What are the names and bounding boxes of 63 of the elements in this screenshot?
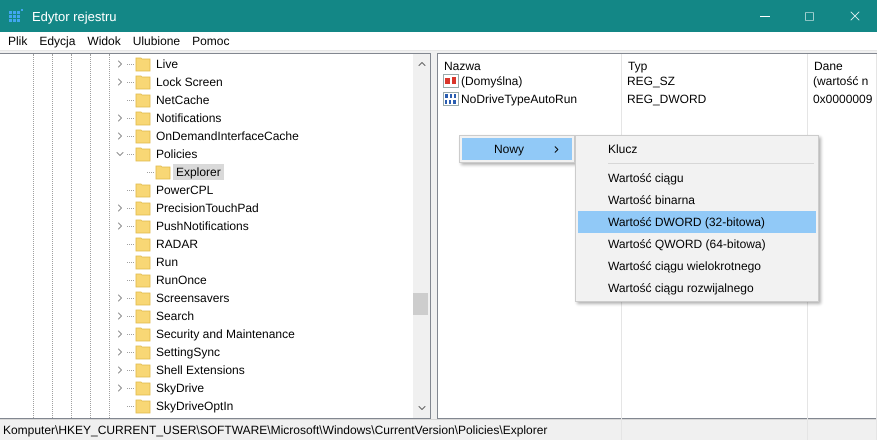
binary-value-icon <box>443 92 459 106</box>
menu-entry[interactable]: Wartość binarna <box>578 189 816 211</box>
folder-icon <box>135 380 151 396</box>
menu-entry[interactable]: Wartość ciągu rozwijalnego <box>578 277 816 299</box>
tree-item[interactable]: Policies <box>153 146 200 162</box>
tree-item[interactable]: RADAR <box>153 236 202 252</box>
folder-icon <box>135 146 151 162</box>
maximize-icon <box>804 10 815 22</box>
value-type: REG_DWORD <box>627 92 706 106</box>
folder-icon <box>135 200 151 216</box>
tree-item[interactable]: Shell Extensions <box>153 362 248 378</box>
tree-item[interactable]: RunOnce <box>153 272 210 288</box>
folder-icon <box>135 56 151 72</box>
menu-entry[interactable]: Wartość ciągu wielokrotnego <box>578 255 816 277</box>
string-value-icon <box>443 74 459 88</box>
folder-icon <box>135 272 151 288</box>
folder-icon <box>135 308 151 324</box>
menu-entry[interactable]: Wartość DWORD (32-bitowa) <box>578 211 816 233</box>
menu-item[interactable]: Pomoc <box>186 34 236 48</box>
menu-item[interactable]: Edycja <box>33 34 82 48</box>
folder-icon <box>135 290 151 306</box>
scroll-thumb[interactable] <box>413 293 428 315</box>
folder-icon <box>135 254 151 270</box>
tree-item[interactable]: Notifications <box>153 110 224 126</box>
menu-entry[interactable]: Nowy <box>462 138 572 160</box>
folder-icon <box>135 218 151 234</box>
folder-icon <box>135 344 151 360</box>
tree-item[interactable]: SkyDriveOptIn <box>153 398 236 414</box>
tree-item[interactable]: Live <box>153 56 182 72</box>
window-title: Edytor rejestru <box>32 8 118 24</box>
folder-icon <box>135 236 151 252</box>
folder-icon <box>155 164 171 180</box>
menu-entry[interactable]: Klucz <box>578 138 816 160</box>
app-icon <box>8 8 24 24</box>
folder-icon <box>135 110 151 126</box>
tree-item[interactable]: PushNotifications <box>153 218 252 234</box>
tree-item[interactable]: OnDemandInterfaceCache <box>153 128 302 144</box>
tree-item[interactable]: Search <box>153 308 198 324</box>
folder-icon <box>135 326 151 342</box>
folder-icon <box>135 92 151 108</box>
tree-item[interactable]: Explorer <box>173 164 224 180</box>
folder-icon <box>135 128 151 144</box>
tree-item[interactable]: Security and Maintenance <box>153 326 298 342</box>
tree-item[interactable]: SkyDrive <box>153 380 208 396</box>
menu-entry[interactable]: Wartość ciągu <box>578 167 816 189</box>
menu-item[interactable]: Widok <box>81 34 127 48</box>
menu-entry[interactable]: Wartość QWORD (64-bitowa) <box>578 233 816 255</box>
column-header[interactable]: Typ <box>622 54 808 78</box>
folder-icon <box>135 362 151 378</box>
tree-item[interactable]: Screensavers <box>153 290 232 306</box>
tree-item[interactable]: Run <box>153 254 182 270</box>
menu-item[interactable]: Plik <box>2 34 34 48</box>
tree-item[interactable]: PrecisionTouchPad <box>153 200 262 216</box>
value-name: NoDriveTypeAutoRun <box>461 92 578 106</box>
tree-item[interactable]: PowerCPL <box>153 182 216 198</box>
folder-icon <box>135 74 151 90</box>
tree-item[interactable]: Lock Screen <box>153 74 226 90</box>
folder-icon <box>135 398 151 414</box>
folder-icon <box>135 182 151 198</box>
menu-item[interactable]: Ulubione <box>126 34 186 48</box>
tree-item[interactable]: SettingSync <box>153 344 224 360</box>
value-data: 0x0000009 <box>813 92 872 106</box>
tree-item[interactable]: NetCache <box>153 92 212 108</box>
